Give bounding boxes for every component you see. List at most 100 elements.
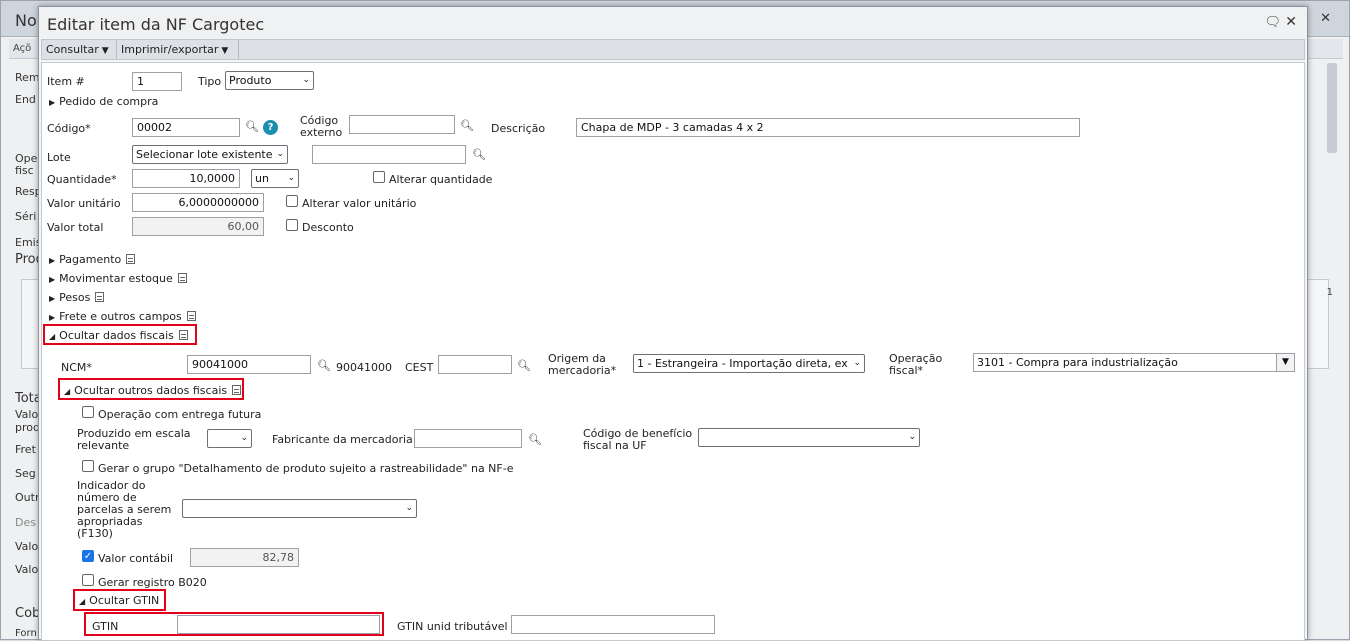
desconto-checkbox[interactable] [286, 219, 298, 231]
background-close-icon[interactable]: ✕ [1320, 11, 1331, 26]
alterar-quantidade-label: Alterar quantidade [389, 173, 493, 186]
origem-select[interactable]: 1 - Estrangeira - Importação direta, ex ⌄ [633, 354, 865, 373]
escala-relevante-select[interactable]: ⌄ [207, 429, 252, 448]
frete-section-toggle[interactable]: ▶ Frete e outros campos [49, 310, 196, 323]
search-icon[interactable]: 🔍︎ [528, 433, 542, 446]
document-icon [177, 273, 187, 283]
search-icon[interactable]: 🔍︎ [517, 359, 531, 372]
ncm-input[interactable]: 90041000 [187, 355, 311, 374]
pagamento-label: Pagamento [59, 253, 122, 266]
rastreabilidade-label: Gerar o grupo "Detalhamento de produto s… [98, 462, 514, 475]
beneficio-fiscal-label: Código de benefício fiscal na UF [583, 427, 693, 452]
help-icon[interactable]: ? [263, 120, 278, 135]
valor-contabil-input[interactable]: 82,78 [190, 548, 299, 567]
valor-unitario-input[interactable]: 6,0000000000 [132, 193, 264, 212]
search-icon[interactable]: 🔍︎ [245, 120, 259, 133]
descricao-input[interactable]: Chapa de MDP - 3 camadas 4 x 2 [576, 118, 1080, 137]
highlight-box [43, 324, 197, 345]
lote-select-value: Selecionar lote existente [136, 148, 273, 161]
item-number-input[interactable]: 1 [132, 72, 182, 91]
entrega-futura-checkbox[interactable] [82, 406, 94, 418]
document-icon [186, 311, 196, 321]
search-icon[interactable]: 🔍︎ [317, 359, 331, 372]
valor-contabil-label: Valor contábil [98, 552, 174, 565]
background-label: Fret [15, 443, 36, 456]
valor-unitario-label: Valor unitário [47, 197, 121, 210]
tipo-label: Tipo [198, 75, 222, 88]
modal-toolbar: Consultar ▼ Imprimir/exportar ▼ [41, 39, 1305, 60]
chevron-down-icon: ▼ [1276, 354, 1294, 371]
chevron-down-icon: ⌄ [287, 173, 295, 183]
unidade-select[interactable]: un ⌄ [251, 169, 299, 188]
chat-icon[interactable]: 🗨 [1264, 15, 1281, 30]
alterar-valor-unitario-checkbox[interactable] [286, 195, 298, 207]
pedido-compra-section-toggle[interactable]: ▶ Pedido de compra [49, 95, 158, 108]
gtin-unid-tributavel-input[interactable] [511, 615, 715, 634]
background-label: Seg [15, 467, 36, 480]
b020-checkbox[interactable] [82, 574, 94, 586]
background-scrollbar[interactable] [1327, 63, 1337, 153]
chevron-down-icon: ⌄ [276, 149, 284, 159]
background-label: Outr [15, 491, 40, 504]
lote-label: Lote [47, 151, 71, 164]
background-toolbar-label[interactable]: Açõ [13, 43, 31, 54]
background-label: fisc [15, 164, 34, 177]
highlight-box [84, 612, 384, 636]
movimentar-estoque-label: Movimentar estoque [59, 272, 173, 285]
consultar-menu-button[interactable]: Consultar ▼ [42, 40, 117, 59]
tipo-select[interactable]: Produto ⌄ [225, 71, 314, 90]
origem-label: Origem da mercadoria* [548, 352, 617, 377]
valor-total-input[interactable]: 60,00 [132, 217, 264, 236]
codigo-externo-input[interactable] [349, 115, 455, 134]
indicador-parcelas-label: Indicador do número de parcelas a serem … [77, 479, 172, 540]
fabricante-input[interactable] [414, 429, 522, 448]
background-label: Valo [15, 408, 39, 421]
operacao-fiscal-value: 3101 - Compra para industrialização [977, 356, 1178, 369]
consultar-label: Consultar [46, 43, 99, 56]
ncm-label: NCM* [61, 361, 92, 374]
ncm-text: 90041000 [336, 361, 392, 374]
escala-relevante-label: Produzido em escala relevante [77, 427, 191, 452]
indicador-parcelas-select[interactable]: ⌄ [182, 499, 417, 518]
pedido-compra-label: Pedido de compra [59, 95, 159, 108]
codigo-input[interactable]: 00002 [132, 118, 240, 137]
chevron-down-icon: ⌄ [302, 75, 310, 85]
movimentar-estoque-section-toggle[interactable]: ▶ Movimentar estoque [49, 272, 187, 285]
search-icon[interactable]: 🔍︎ [472, 148, 486, 161]
item-number-label: Item # [47, 75, 85, 88]
chevron-down-icon: ⌄ [240, 433, 248, 443]
close-icon[interactable]: ✕ [1285, 14, 1297, 30]
document-icon [126, 254, 136, 264]
highlight-box [73, 589, 166, 611]
lote-select[interactable]: Selecionar lote existente ⌄ [132, 145, 288, 164]
background-label: Valo [15, 540, 39, 553]
lote-input[interactable] [312, 145, 466, 164]
background-label: prod [15, 421, 40, 434]
quantidade-label: Quantidade* [47, 173, 117, 186]
search-icon[interactable]: 🔍︎ [460, 119, 474, 132]
valor-contabil-checkbox[interactable]: ✓ [82, 550, 94, 562]
beneficio-fiscal-select[interactable]: ⌄ [698, 428, 920, 447]
modal-titlebar: Editar item da NF Cargotec 🗨 ✕ [39, 7, 1307, 39]
background-label: Valo [15, 563, 39, 576]
alterar-quantidade-checkbox[interactable] [373, 171, 385, 183]
quantidade-input[interactable]: 10,0000 [132, 169, 240, 188]
triangle-right-icon: ▶ [49, 275, 56, 284]
operacao-fiscal-select[interactable]: 3101 - Compra para industrialização ▼ [973, 353, 1295, 372]
imprimir-exportar-menu-button[interactable]: Imprimir/exportar ▼ [117, 40, 239, 59]
tipo-select-value: Produto [229, 74, 272, 87]
background-label: Des [15, 516, 36, 529]
descricao-label: Descrição [491, 122, 546, 135]
background-label: Cob [15, 606, 41, 621]
origem-select-value: 1 - Estrangeira - Importação direta, ex [637, 357, 848, 370]
cest-label: CEST [405, 361, 434, 374]
pagamento-section-toggle[interactable]: ▶ Pagamento [49, 253, 136, 266]
unidade-select-value: un [255, 172, 269, 185]
background-label: End [15, 93, 36, 106]
document-icon [95, 292, 105, 302]
pesos-section-toggle[interactable]: ▶ Pesos [49, 291, 105, 304]
triangle-right-icon: ▶ [49, 256, 56, 265]
chevron-down-icon: ⌄ [853, 358, 861, 368]
cest-input[interactable] [438, 355, 512, 374]
rastreabilidade-checkbox[interactable] [82, 460, 94, 472]
